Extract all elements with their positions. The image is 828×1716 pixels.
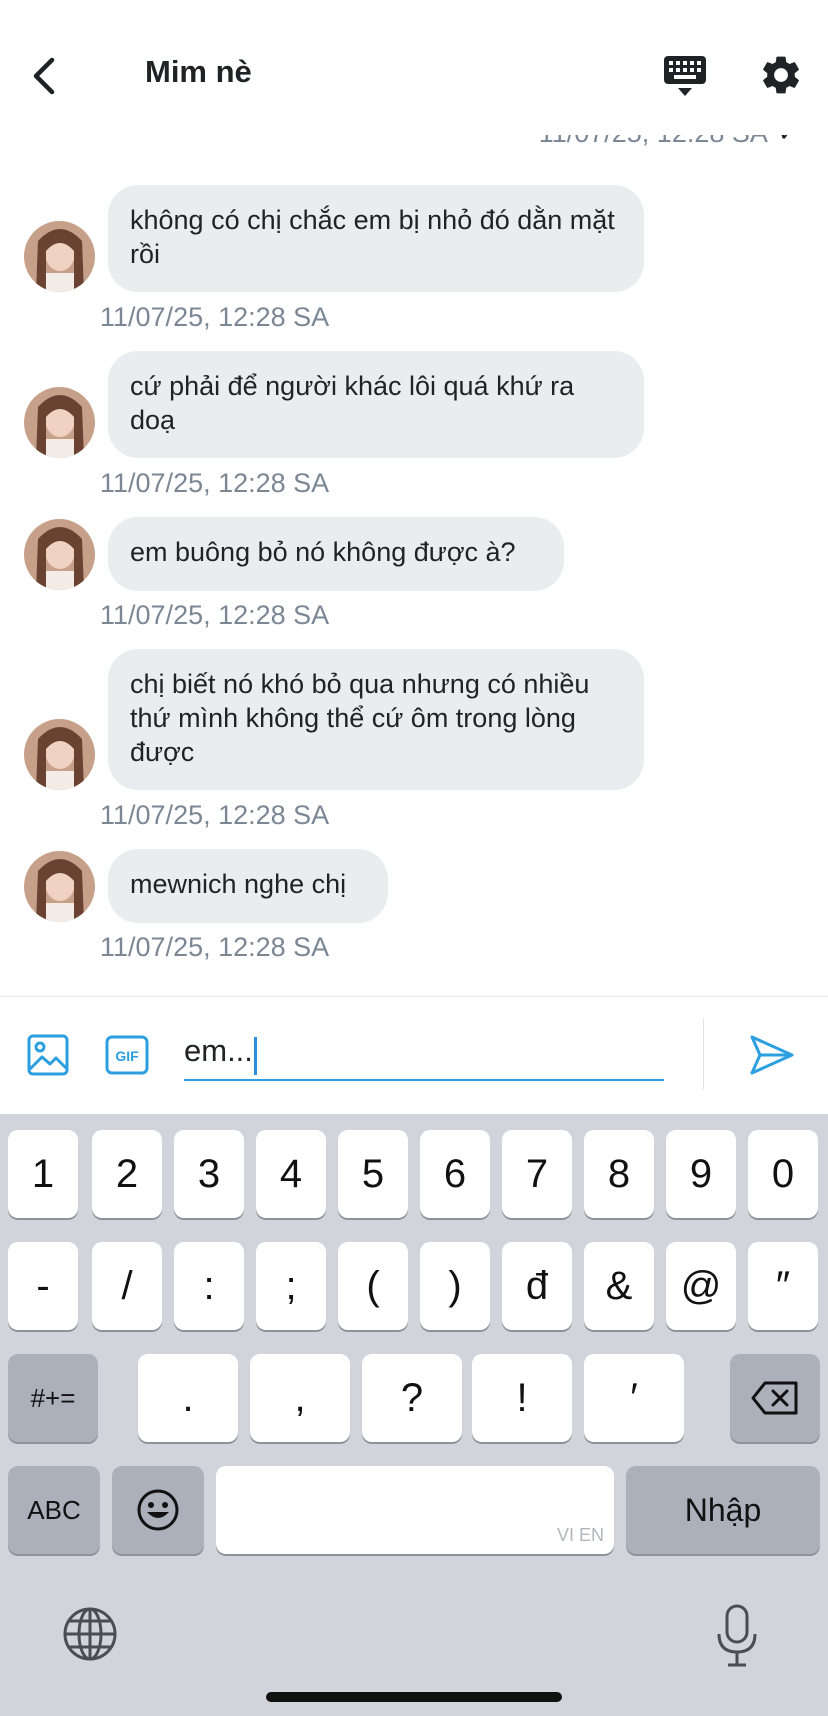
key[interactable]: - (8, 1242, 78, 1330)
message-timestamp: 11/07/25, 12:28 SA (100, 302, 330, 332)
key[interactable]: 9 (666, 1130, 736, 1218)
key[interactable]: 4 (256, 1130, 326, 1218)
send-icon[interactable] (748, 1031, 796, 1079)
message-timestamp: 11/07/25, 12:28 SA (100, 600, 330, 630)
key[interactable]: 2 (92, 1130, 162, 1218)
key[interactable]: 6 (420, 1130, 490, 1218)
keyboard-hide-icon[interactable] (660, 52, 710, 100)
key[interactable]: . (138, 1354, 238, 1442)
key[interactable]: , (250, 1354, 350, 1442)
key[interactable]: : (174, 1242, 244, 1330)
avatar[interactable] (24, 851, 95, 922)
message-bubble[interactable]: em buông bỏ nó không được à? (108, 517, 564, 591)
key[interactable]: ? (362, 1354, 462, 1442)
key[interactable]: ; (256, 1242, 326, 1330)
message-timestamp: 11/07/25, 12:28 SA (100, 800, 330, 830)
avatar[interactable] (24, 719, 95, 790)
avatar[interactable] (24, 387, 95, 458)
on-screen-keyboard: 1 2 3 4 5 6 7 8 9 0 - / : ; ( ) đ & @ ″ … (0, 1114, 828, 1716)
key[interactable]: 7 (502, 1130, 572, 1218)
key[interactable]: 0 (748, 1130, 818, 1218)
key[interactable]: đ (502, 1242, 572, 1330)
message-bubble[interactable]: mewnich nghe chị (108, 849, 388, 923)
image-icon[interactable] (26, 1033, 70, 1077)
key[interactable]: ″ (748, 1242, 818, 1330)
key[interactable]: 3 (174, 1130, 244, 1218)
key[interactable]: ! (472, 1354, 572, 1442)
key[interactable]: / (92, 1242, 162, 1330)
globe-icon[interactable] (62, 1606, 118, 1662)
message-timestamp: 11/07/25, 12:28 SA (100, 932, 330, 962)
backspace-key[interactable] (730, 1354, 820, 1442)
emoji-key[interactable] (112, 1466, 204, 1554)
return-key[interactable]: Nhập (626, 1466, 820, 1554)
home-indicator (266, 1692, 562, 1702)
microphone-icon[interactable] (714, 1604, 760, 1668)
key[interactable]: 1 (8, 1130, 78, 1218)
divider (703, 1019, 704, 1089)
message-bubble[interactable]: cứ phải để người khác lôi quá khứ ra doạ (108, 351, 644, 458)
language-indicator: VI EN (556, 1525, 604, 1545)
chat-header: Mim nè (0, 0, 828, 135)
space-key[interactable]: VI EN (216, 1466, 614, 1554)
message-bubble[interactable]: chị biết nó khó bỏ qua nhưng có nhiều th… (108, 649, 644, 790)
key[interactable]: ′ (584, 1354, 684, 1442)
key[interactable]: 5 (338, 1130, 408, 1218)
message-timestamp: 11/07/25, 12:28 SA (100, 468, 330, 498)
svg-text:GIF: GIF (115, 1048, 139, 1064)
key[interactable]: 8 (584, 1130, 654, 1218)
key[interactable]: @ (666, 1242, 736, 1330)
avatar[interactable] (24, 519, 95, 590)
emoji-icon (137, 1489, 179, 1531)
gif-icon[interactable]: GIF (104, 1033, 150, 1077)
message-composer: GIF (0, 996, 828, 1115)
abc-key[interactable]: ABC (8, 1466, 100, 1554)
symbols-mode-key[interactable]: #+= (8, 1354, 98, 1442)
chat-title: Mim nè (145, 54, 252, 89)
gear-icon[interactable] (758, 52, 804, 98)
avatar[interactable] (24, 221, 95, 292)
text-caret (254, 1037, 257, 1075)
key[interactable]: ) (420, 1242, 490, 1330)
key[interactable]: ( (338, 1242, 408, 1330)
key[interactable]: & (584, 1242, 654, 1330)
backspace-icon (751, 1381, 798, 1415)
back-chevron-icon[interactable] (22, 52, 70, 100)
message-bubble[interactable]: không có chị chắc em bị nhỏ đó dằn mặt r… (108, 185, 644, 292)
